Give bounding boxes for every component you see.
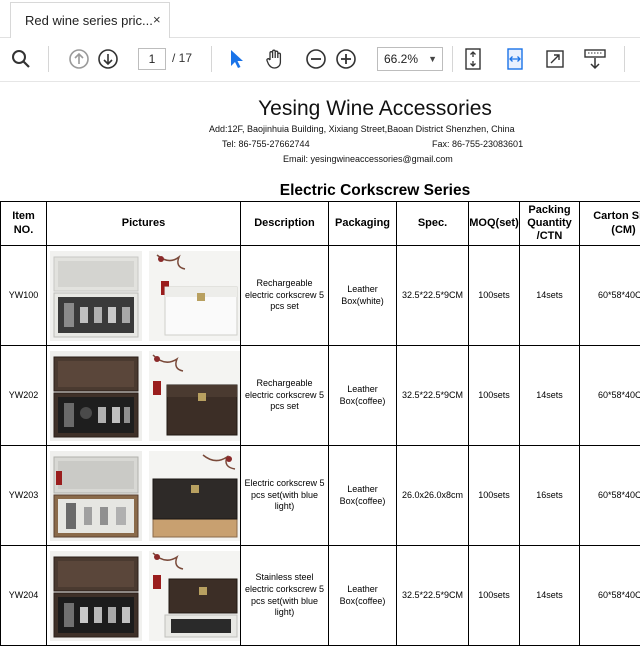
item-spec: 32.5*22.5*9CM bbox=[397, 346, 469, 446]
zoom-out-icon[interactable] bbox=[304, 44, 328, 74]
document-tab[interactable]: Red wine series pric... × bbox=[10, 2, 170, 38]
product-photo-open-box bbox=[50, 351, 142, 441]
item-number: YW204 bbox=[1, 546, 47, 646]
item-moq: 100sets bbox=[469, 246, 520, 346]
up-arrow-icon[interactable] bbox=[67, 44, 91, 74]
zoom-in-icon[interactable] bbox=[334, 44, 358, 74]
pdf-page: Yesing Wine Accessories Add:12F, Baojinh… bbox=[0, 82, 640, 645]
product-photo-open-box bbox=[50, 251, 142, 341]
item-packing-quantity: 14sets bbox=[520, 246, 580, 346]
product-photo-closed-box bbox=[149, 251, 241, 341]
product-pictures bbox=[47, 546, 241, 646]
toolbar-separator bbox=[211, 46, 212, 72]
item-description: Rechargeable electric corkscrew 5 pcs se… bbox=[241, 346, 329, 446]
chevron-down-icon: ▼ bbox=[428, 48, 437, 70]
product-photo-open-box bbox=[50, 451, 142, 541]
fullscreen-icon[interactable] bbox=[543, 44, 567, 74]
item-packing-quantity: 14sets bbox=[520, 346, 580, 446]
company-name: Yesing Wine Accessories bbox=[0, 97, 640, 121]
table-row: YW203 bbox=[1, 446, 640, 546]
company-address: Add:12F, Baojinhuia Building, Xixiang St… bbox=[209, 124, 515, 134]
column-header: Description bbox=[241, 202, 329, 246]
column-header: Item NO. bbox=[1, 202, 47, 246]
item-description: Stainless steel electric corkscrew 5 pcs… bbox=[241, 546, 329, 646]
item-packing-quantity: 14sets bbox=[520, 546, 580, 646]
tab-title: Red wine series pric... bbox=[25, 13, 153, 28]
close-icon[interactable]: × bbox=[153, 12, 161, 27]
company-fax: Fax: 86-755-23083601 bbox=[432, 139, 523, 149]
page-total: / 17 bbox=[172, 51, 192, 65]
product-photo-closed-box bbox=[149, 551, 241, 641]
item-packaging: Leather Box(white) bbox=[329, 246, 397, 346]
product-pictures bbox=[47, 446, 241, 546]
item-moq: 100sets bbox=[469, 346, 520, 446]
zoom-select[interactable]: 66.2% ▼ bbox=[377, 47, 443, 71]
column-header: MOQ(set) bbox=[469, 202, 520, 246]
item-number: YW100 bbox=[1, 246, 47, 346]
item-carton-size: 60*58*40CM bbox=[580, 446, 640, 546]
fit-width-icon[interactable] bbox=[503, 44, 527, 74]
down-arrow-icon[interactable] bbox=[96, 44, 120, 74]
product-pictures bbox=[47, 346, 241, 446]
product-pictures bbox=[47, 246, 241, 346]
table-row: YW204 bbox=[1, 546, 640, 646]
company-tel: Tel: 86-755-27662744 bbox=[222, 139, 310, 149]
item-number: YW202 bbox=[1, 346, 47, 446]
item-packaging: Leather Box(coffee) bbox=[329, 346, 397, 446]
column-header: Spec. bbox=[397, 202, 469, 246]
item-description: Electric corkscrew 5 pcs set(with blue l… bbox=[241, 446, 329, 546]
table-row: YW100 bbox=[1, 246, 640, 346]
table-row: YW202 bbox=[1, 346, 640, 446]
select-cursor-icon[interactable] bbox=[226, 44, 248, 74]
product-table: Item NO. Pictures Description Packaging … bbox=[0, 201, 640, 646]
column-header: Packing Quantity /CTN bbox=[520, 202, 580, 246]
item-packaging: Leather Box(coffee) bbox=[329, 446, 397, 546]
fit-page-icon[interactable] bbox=[461, 44, 485, 74]
item-description: Rechargeable electric corkscrew 5 pcs se… bbox=[241, 246, 329, 346]
page-number-input[interactable]: 1 bbox=[138, 48, 166, 70]
search-icon[interactable] bbox=[8, 44, 34, 74]
item-number: YW203 bbox=[1, 446, 47, 546]
toolbar-separator bbox=[452, 46, 453, 72]
item-spec: 32.5*22.5*9CM bbox=[397, 246, 469, 346]
item-moq: 100sets bbox=[469, 446, 520, 546]
item-packaging: Leather Box(coffee) bbox=[329, 546, 397, 646]
toolbar-separator bbox=[624, 46, 625, 72]
product-photo-closed-box bbox=[149, 351, 241, 441]
product-photo-closed-box bbox=[149, 451, 241, 541]
column-header: Pictures bbox=[47, 202, 241, 246]
item-spec: 26.0x26.0x8cm bbox=[397, 446, 469, 546]
item-carton-size: 60*58*40CM bbox=[580, 346, 640, 446]
company-email: Email: yesingwineaccessories@gmail.com bbox=[283, 154, 453, 164]
table-header-row: Item NO. Pictures Description Packaging … bbox=[1, 202, 640, 246]
toolbar-separator bbox=[48, 46, 49, 72]
column-header: Packaging bbox=[329, 202, 397, 246]
tab-bar: Red wine series pric... × bbox=[0, 0, 640, 38]
pdf-toolbar: 1 / 17 66.2% ▼ bbox=[0, 38, 640, 82]
column-header: Carton Size (CM) bbox=[580, 202, 640, 246]
item-packing-quantity: 16sets bbox=[520, 446, 580, 546]
item-carton-size: 60*58*40CM bbox=[580, 546, 640, 646]
item-spec: 32.5*22.5*9CM bbox=[397, 546, 469, 646]
item-moq: 100sets bbox=[469, 546, 520, 646]
download-icon[interactable] bbox=[582, 44, 608, 74]
product-photo-open-box bbox=[50, 551, 142, 641]
item-carton-size: 60*58*40CM bbox=[580, 246, 640, 346]
zoom-value: 66.2% bbox=[384, 52, 418, 66]
series-title: Electric Corkscrew Series bbox=[0, 182, 640, 200]
hand-icon[interactable] bbox=[262, 44, 288, 74]
